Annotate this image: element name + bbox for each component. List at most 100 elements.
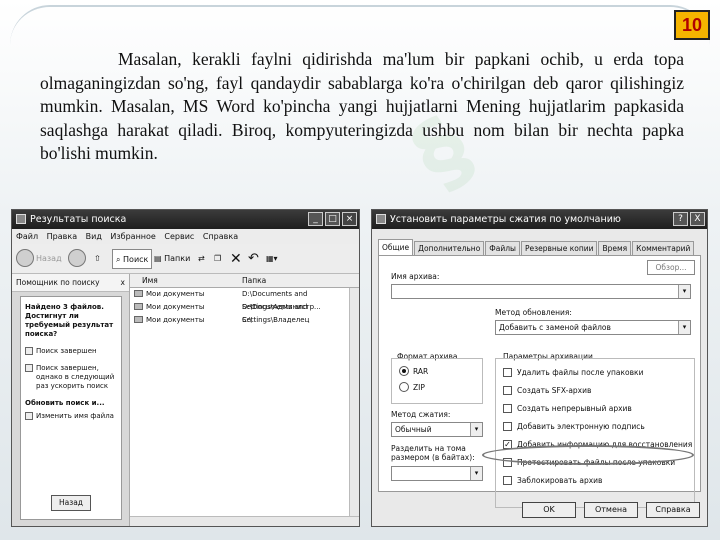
menu-view[interactable]: Вид <box>86 232 102 241</box>
move-icon[interactable]: ⇄ <box>198 249 205 269</box>
param-label: Добавить электронную подпись <box>517 422 645 431</box>
column-name[interactable]: Имя <box>142 274 158 288</box>
row-name: Мои документы <box>146 290 205 298</box>
dialog-title: Установить параметры сжатия по умолчанию <box>390 214 621 225</box>
help-title-button[interactable]: ? <box>673 212 688 226</box>
update-method-label: Метод обновления: <box>495 308 572 317</box>
zip-radio[interactable] <box>399 382 409 392</box>
signature-checkbox[interactable] <box>503 422 512 431</box>
split-volumes-label: Разделить на тома размером (в байтах): <box>391 444 475 462</box>
search-button-label: Поиск <box>123 255 149 264</box>
back-arrow-icon[interactable] <box>16 249 34 267</box>
menu-favorites[interactable]: Избранное <box>110 232 155 241</box>
tab-time[interactable]: Время <box>598 241 632 255</box>
copy-icon[interactable]: ❐ <box>214 249 221 269</box>
search-window-icon <box>16 214 26 224</box>
zip-label: ZIP <box>413 383 425 392</box>
params-group <box>495 358 695 508</box>
panel-content: Найдено 3 файлов. Достигнут ли требуемый… <box>20 296 122 520</box>
table-row[interactable]: Мои документы C:\ <box>130 314 359 327</box>
back-button-label[interactable]: Назад <box>36 249 62 269</box>
ok-button[interactable]: OK <box>522 502 576 518</box>
minimize-button[interactable]: _ <box>308 212 323 226</box>
delete-icon[interactable]: ✕ <box>230 249 242 269</box>
sfx-checkbox[interactable] <box>503 386 512 395</box>
up-folder-icon[interactable]: ⇧ <box>94 249 101 269</box>
tab-comment[interactable]: Комментарий <box>632 241 695 255</box>
tab-backup[interactable]: Резервные копии <box>520 241 598 255</box>
refine-title: Обновить поиск и... <box>25 399 105 407</box>
help-button[interactable]: Справка <box>646 502 700 518</box>
search-toolbar-button[interactable]: ⌕ Поиск <box>112 249 153 269</box>
menu-tools[interactable]: Сервис <box>164 232 194 241</box>
menu-edit[interactable]: Правка <box>47 232 77 241</box>
lock-archive-checkbox[interactable] <box>503 476 512 485</box>
panel-title: Помощник по поиску <box>16 278 100 287</box>
menu-help[interactable]: Справка <box>203 232 238 241</box>
views-icon[interactable]: ▦▾ <box>266 249 278 269</box>
delete-after-checkbox[interactable] <box>503 368 512 377</box>
folders-button-label: Папки <box>164 254 191 263</box>
slide-frame <box>10 5 710 45</box>
undo-icon[interactable]: ↶ <box>248 249 259 269</box>
solid-archive-checkbox[interactable] <box>503 404 512 413</box>
menu-file[interactable]: Файл <box>16 232 38 241</box>
table-row[interactable]: Мои документы D:\Documents and Settings\… <box>130 301 359 324</box>
list-header: Имя Папка <box>130 274 359 288</box>
folder-icon <box>134 290 143 297</box>
archive-name-input[interactable]: ▾ <box>391 284 691 299</box>
folders-toolbar-button[interactable]: ▤ Папки <box>154 249 190 269</box>
format-group <box>391 358 483 404</box>
vertical-scrollbar[interactable] <box>349 288 359 516</box>
archive-app-icon <box>376 214 386 224</box>
horizontal-scrollbar[interactable] <box>130 516 359 526</box>
compression-value: Обычный <box>395 425 432 434</box>
chevron-down-icon: ▾ <box>470 467 482 480</box>
folders-icon: ▤ <box>154 254 162 263</box>
table-row[interactable]: Мои документы D:\Documents and Settings\… <box>130 288 359 311</box>
browse-button[interactable]: Обзор... <box>647 260 695 275</box>
option-search-done-faster[interactable]: Поиск завершен, однако в следующий раз у… <box>25 364 117 391</box>
results-list: Имя Папка Мои документы D:\Documents and… <box>130 274 359 526</box>
archive-name-label: Имя архива: <box>391 272 440 281</box>
tab-advanced[interactable]: Дополнительно <box>414 241 485 255</box>
option-change-filename[interactable]: Изменить имя файла <box>25 412 117 421</box>
compression-select[interactable]: Обычный ▾ <box>391 422 483 437</box>
found-text: Найдено 3 файлов. Достигнут ли требуемый… <box>25 303 114 338</box>
column-folder[interactable]: Папка <box>242 274 266 288</box>
panel-header: Помощник по поиску x <box>12 274 129 292</box>
panel-close-icon[interactable]: x <box>121 274 125 292</box>
dialog-close-button[interactable]: X <box>690 212 705 226</box>
chevron-down-icon: ▾ <box>678 321 690 334</box>
row-folder: C:\ <box>242 316 252 324</box>
option-label: Поиск завершен <box>36 347 97 355</box>
close-button[interactable]: × <box>342 212 357 226</box>
rar-radio[interactable] <box>399 366 409 376</box>
tab-files[interactable]: Файлы <box>485 241 520 255</box>
arrow-icon <box>25 347 33 355</box>
update-method-value: Добавить с заменой файлов <box>499 323 611 332</box>
folder-icon <box>134 316 143 323</box>
tab-general[interactable]: Общие <box>378 239 414 255</box>
forward-arrow-icon[interactable] <box>68 249 86 267</box>
option-label: Поиск завершен, однако в следующий раз у… <box>36 364 115 390</box>
param-label: Создать SFX-архив <box>517 386 592 395</box>
window-titlebar: Результаты поиска _ □ × <box>12 210 359 229</box>
option-label: Изменить имя файла <box>36 412 114 420</box>
param-label: Заблокировать архив <box>517 476 603 485</box>
panel-back-button[interactable]: Назад <box>51 495 91 511</box>
cancel-button[interactable]: Отмена <box>584 502 638 518</box>
update-method-select[interactable]: Добавить с заменой файлов ▾ <box>495 320 691 335</box>
rar-label: RAR <box>413 367 429 376</box>
archive-settings-dialog: Установить параметры сжатия по умолчанию… <box>371 209 708 527</box>
search-companion-panel: Помощник по поиску x Найдено 3 файлов. Д… <box>12 274 130 526</box>
menu-bar: Файл Правка Вид Избранное Сервис Справка <box>12 229 359 244</box>
tab-strip: Общие Дополнительно Файлы Резервные копи… <box>378 239 695 255</box>
toolbar: Назад ⇧ ⌕ Поиск ▤ Папки ⇄ ❐ ✕ ↶ ▦▾ <box>12 244 359 274</box>
param-label: Создать непрерывный архив <box>517 404 632 413</box>
split-volumes-input[interactable]: ▾ <box>391 466 483 481</box>
arrow-icon <box>25 364 33 372</box>
maximize-button[interactable]: □ <box>325 212 340 226</box>
option-search-done[interactable]: Поиск завершен <box>25 347 117 356</box>
arrow-icon <box>25 412 33 420</box>
